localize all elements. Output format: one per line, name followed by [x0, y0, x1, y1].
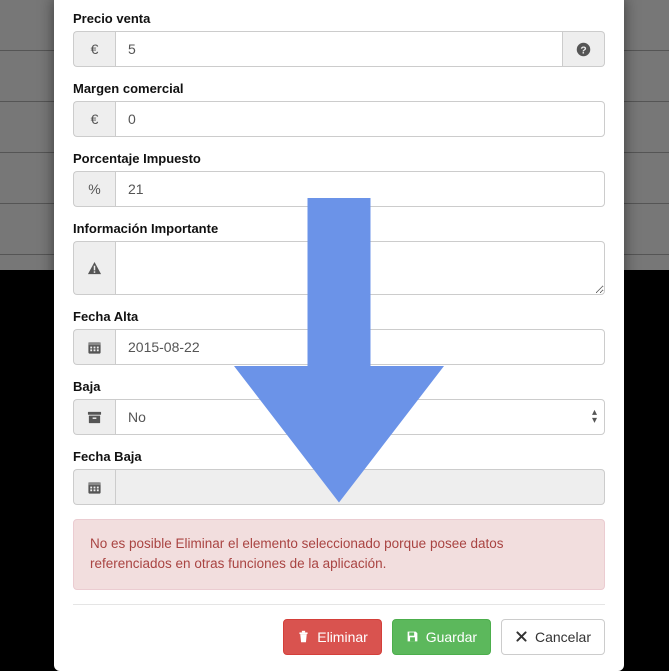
- cancel-button-label: Cancelar: [535, 629, 591, 645]
- label-info: Información Importante: [73, 221, 605, 236]
- help-icon[interactable]: ?: [563, 31, 605, 67]
- delete-button-label: Eliminar: [317, 629, 368, 645]
- edit-modal: Precio venta € ? Margen comercial € Porc…: [54, 0, 624, 671]
- close-icon: [515, 630, 528, 643]
- label-fecha-baja: Fecha Baja: [73, 449, 605, 464]
- field-fecha-baja: Fecha Baja: [73, 449, 605, 505]
- trash-icon: [297, 630, 310, 643]
- cancel-button[interactable]: Cancelar: [501, 619, 605, 655]
- label-porcentaje: Porcentaje Impuesto: [73, 151, 605, 166]
- save-icon: [406, 630, 419, 643]
- input-margen[interactable]: [115, 101, 605, 137]
- input-precio-venta[interactable]: [115, 31, 563, 67]
- field-baja: Baja No ▴▾: [73, 379, 605, 435]
- warning-icon: [73, 241, 115, 295]
- modal-footer: Eliminar Guardar Cancelar: [73, 604, 605, 655]
- label-baja: Baja: [73, 379, 605, 394]
- euro-icon: €: [73, 101, 115, 137]
- label-fecha-alta: Fecha Alta: [73, 309, 605, 324]
- delete-button[interactable]: Eliminar: [283, 619, 382, 655]
- archive-icon: [73, 399, 115, 435]
- svg-text:?: ?: [580, 45, 586, 56]
- textarea-info[interactable]: [115, 241, 605, 295]
- error-alert-text: No es posible Eliminar el elemento selec…: [90, 536, 504, 571]
- error-alert: No es posible Eliminar el elemento selec…: [73, 519, 605, 590]
- input-porcentaje[interactable]: [115, 171, 605, 207]
- field-precio-venta: Precio venta € ?: [73, 11, 605, 67]
- field-margen: Margen comercial €: [73, 81, 605, 137]
- percent-icon: %: [73, 171, 115, 207]
- euro-icon: €: [73, 31, 115, 67]
- select-baja[interactable]: No: [115, 399, 605, 435]
- input-fecha-baja: [115, 469, 605, 505]
- label-margen: Margen comercial: [73, 81, 605, 96]
- calendar-icon: [73, 469, 115, 505]
- save-button[interactable]: Guardar: [392, 619, 491, 655]
- label-precio-venta: Precio venta: [73, 11, 605, 26]
- field-porcentaje: Porcentaje Impuesto %: [73, 151, 605, 207]
- calendar-icon: [73, 329, 115, 365]
- save-button-label: Guardar: [426, 629, 477, 645]
- field-info: Información Importante: [73, 221, 605, 295]
- field-fecha-alta: Fecha Alta: [73, 309, 605, 365]
- input-fecha-alta[interactable]: [115, 329, 605, 365]
